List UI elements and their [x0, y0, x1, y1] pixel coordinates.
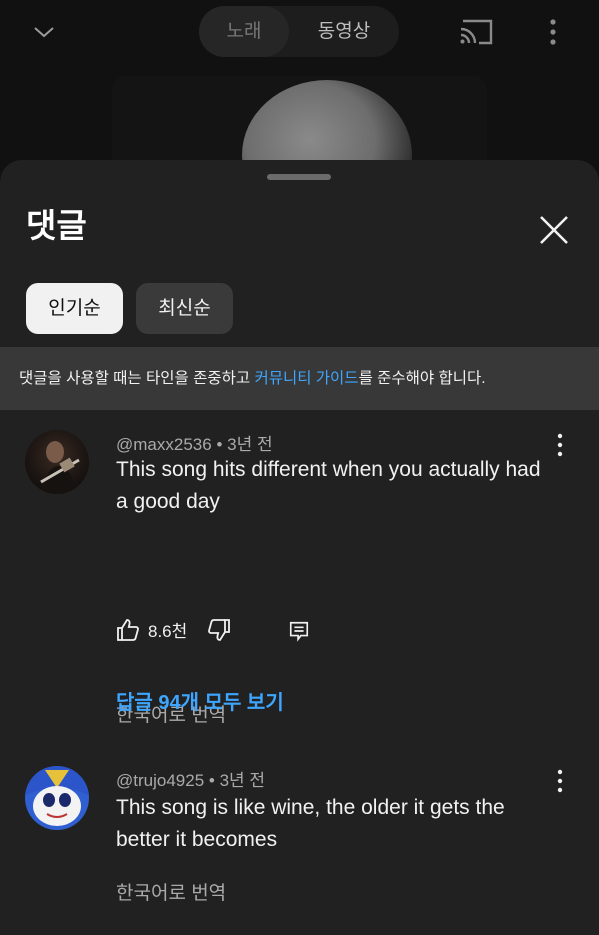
- comment-menu-icon[interactable]: [550, 768, 570, 794]
- like-icon[interactable]: [116, 618, 140, 642]
- comment-author[interactable]: @maxx2536: [116, 435, 212, 454]
- notice-prefix: 댓글을 사용할 때는 타인을 존중하고: [19, 370, 255, 387]
- comment-age: 3년 전: [219, 771, 266, 790]
- comment-meta: @maxx2536 • 3년 전: [116, 430, 273, 455]
- drag-handle[interactable]: [267, 174, 331, 180]
- community-guidelines-link[interactable]: 커뮤니티 가이드: [254, 370, 358, 387]
- chevron-down-icon[interactable]: [32, 20, 56, 44]
- toggle-song[interactable]: 노래: [199, 6, 289, 57]
- avatar[interactable]: [25, 430, 89, 494]
- notice-suffix: 를 준수해야 합니다.: [358, 370, 486, 387]
- toggle-video[interactable]: 동영상: [289, 6, 399, 57]
- avatar-image: [25, 766, 89, 826]
- player-header: 노래 동영상: [0, 0, 599, 176]
- like-count: 8.6천: [148, 622, 188, 641]
- comment-item: @maxx2536 • 3년 전 This song hits differen…: [0, 426, 599, 726]
- reply-icon[interactable]: [288, 620, 310, 642]
- community-notice: 댓글을 사용할 때는 타인을 존중하고 커뮤니티 가이드를 준수해야 합니다.: [0, 347, 599, 410]
- comment-text: This song hits different when you actual…: [116, 458, 541, 513]
- view-replies-button[interactable]: 답글 94개 모두 보기: [116, 686, 284, 715]
- dislike-icon[interactable]: [207, 618, 231, 642]
- translate-button[interactable]: 한국어로 번역: [116, 878, 226, 905]
- avatar-image: [40, 441, 80, 494]
- avatar[interactable]: [25, 766, 89, 830]
- sort-chip-popular[interactable]: 인기순: [26, 283, 123, 334]
- comments-title: 댓글: [26, 207, 87, 244]
- comment-age: 3년 전: [227, 435, 273, 454]
- comment-meta: @trujo4925 • 3년 전: [116, 766, 265, 791]
- meta-separator: •: [208, 771, 220, 790]
- comment-actions: 8.6천: [116, 618, 316, 648]
- comment-text: This song is like wine, the older it get…: [116, 796, 505, 851]
- song-video-toggle[interactable]: 노래 동영상: [199, 6, 399, 57]
- meta-separator: •: [216, 435, 228, 454]
- comment-item: @trujo4925 • 3년 전 This song is like wine…: [0, 764, 599, 935]
- more-vert-icon[interactable]: [541, 16, 565, 48]
- sort-chip-newest[interactable]: 최신순: [136, 283, 233, 334]
- comment-author[interactable]: @trujo4925: [116, 771, 204, 790]
- cast-icon[interactable]: [459, 18, 495, 46]
- comments-sheet: 댓글 인기순 최신순 댓글을 사용할 때는 타인을 존중하고 커뮤니티 가이드를…: [0, 160, 599, 935]
- close-icon[interactable]: [536, 212, 572, 248]
